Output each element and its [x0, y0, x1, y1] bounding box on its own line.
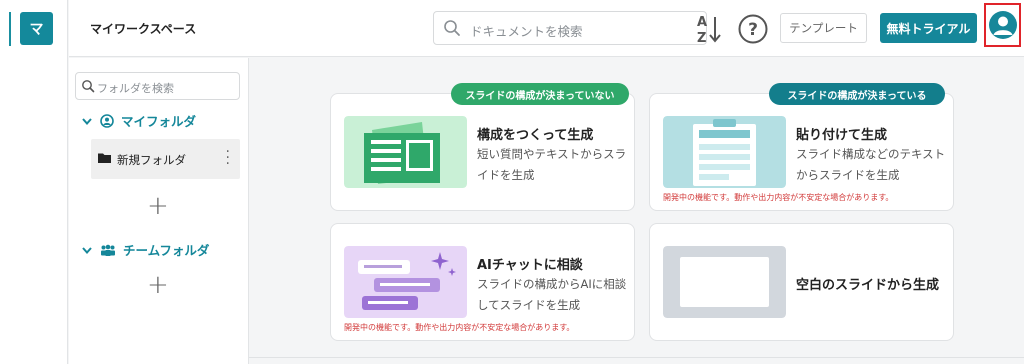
team-folder-section[interactable]: チームフォルダ: [81, 240, 209, 259]
rail-active-indicator: [9, 12, 11, 46]
team-users-icon: [101, 244, 115, 256]
help-button[interactable]: ?: [736, 12, 770, 46]
chevron-down-icon: [82, 246, 92, 254]
free-trial-button[interactable]: 無料トライアル: [880, 13, 977, 43]
card-create-structure[interactable]: 構成をつくって生成 短い質問やテキストからスライドを生成: [330, 93, 635, 211]
folder-item[interactable]: 新規フォルダ · · ·: [91, 139, 240, 179]
user-avatar-button[interactable]: [984, 3, 1021, 47]
top-header: マイワークスペース ドキュメントを検索 A Z ? テンプレート 無料トライアル: [69, 0, 1024, 57]
card-title: 構成をつくって生成: [477, 128, 594, 143]
card-description: スライド構成などのテキストからスライドを生成: [796, 147, 946, 182]
workspace-logo-button[interactable]: マ: [20, 12, 53, 45]
template-button[interactable]: テンプレート: [780, 13, 867, 43]
folder-name: 新規フォルダ: [117, 153, 186, 167]
sort-button[interactable]: A Z: [695, 12, 725, 46]
card-title: 貼り付けて生成: [796, 128, 888, 143]
help-circle-icon: ?: [738, 14, 768, 44]
my-folder-section[interactable]: マイフォルダ: [81, 111, 196, 130]
folder-icon: [98, 153, 111, 163]
card-paste-generate[interactable]: 貼り付けて生成 スライド構成などのテキストからスライドを生成 開発中の機能です。…: [649, 93, 954, 211]
svg-text:?: ?: [748, 20, 758, 40]
clipboard-illustration-icon: [663, 116, 786, 188]
sort-az-icon: A Z: [697, 15, 721, 46]
document-search-input[interactable]: ドキュメントを検索: [433, 11, 707, 45]
card-ai-chat[interactable]: AIチャットに相談 スライドの構成からAIに相談してスライドを生成 開発中の機能…: [330, 223, 635, 341]
chat-illustration-icon: [344, 246, 467, 318]
chevron-down-icon: [82, 117, 92, 125]
folder-search-placeholder: フォルダを検索: [97, 82, 174, 95]
beta-warning-text: 開発中の機能です。動作や出力内容が不安定な場合があります。: [344, 323, 575, 332]
main-content: 構成をつくって生成 短い質問やテキストからスライドを生成 スライドの構成が決まっ…: [249, 58, 1024, 364]
card-description: スライドの構成からAIに相談してスライドを生成: [477, 277, 627, 312]
search-placeholder: ドキュメントを検索: [470, 24, 583, 39]
search-icon: [444, 20, 460, 36]
my-folder-label: マイフォルダ: [121, 114, 197, 129]
add-folder-button[interactable]: +: [147, 193, 169, 219]
card-blank-slide[interactable]: 空白のスライドから生成: [649, 223, 954, 341]
add-team-folder-button[interactable]: +: [147, 272, 169, 298]
card-title: AIチャットに相談: [477, 258, 583, 273]
svg-text:Z: Z: [697, 31, 706, 46]
badge-decided: スライドの構成が決まっている: [769, 83, 945, 105]
folder-panel: フォルダを検索 マイフォルダ 新規フォルダ · · · + チームフォルダ +: [69, 58, 249, 364]
card-title: 空白のスライドから生成: [796, 278, 940, 293]
blank-slide-illustration-icon: [663, 246, 786, 318]
user-avatar-icon: [988, 11, 1017, 39]
search-icon: [82, 80, 95, 93]
user-circle-icon: [100, 113, 114, 128]
badge-undecided: スライドの構成が決まっていない: [451, 83, 629, 105]
team-folder-label: チームフォルダ: [123, 243, 210, 258]
card-description: 短い質問やテキストからスライドを生成: [477, 147, 627, 182]
left-rail: マ: [0, 0, 68, 364]
svg-text:A: A: [697, 15, 707, 30]
beta-warning-text: 開発中の機能です。動作や出力内容が不安定な場合があります。: [663, 193, 894, 202]
folder-search-input[interactable]: フォルダを検索: [75, 72, 240, 100]
document-illustration-icon: [344, 116, 467, 188]
more-vertical-icon[interactable]: · · ·: [226, 145, 230, 171]
divider: [249, 357, 1024, 358]
workspace-title: マイワークスペース: [90, 22, 197, 36]
